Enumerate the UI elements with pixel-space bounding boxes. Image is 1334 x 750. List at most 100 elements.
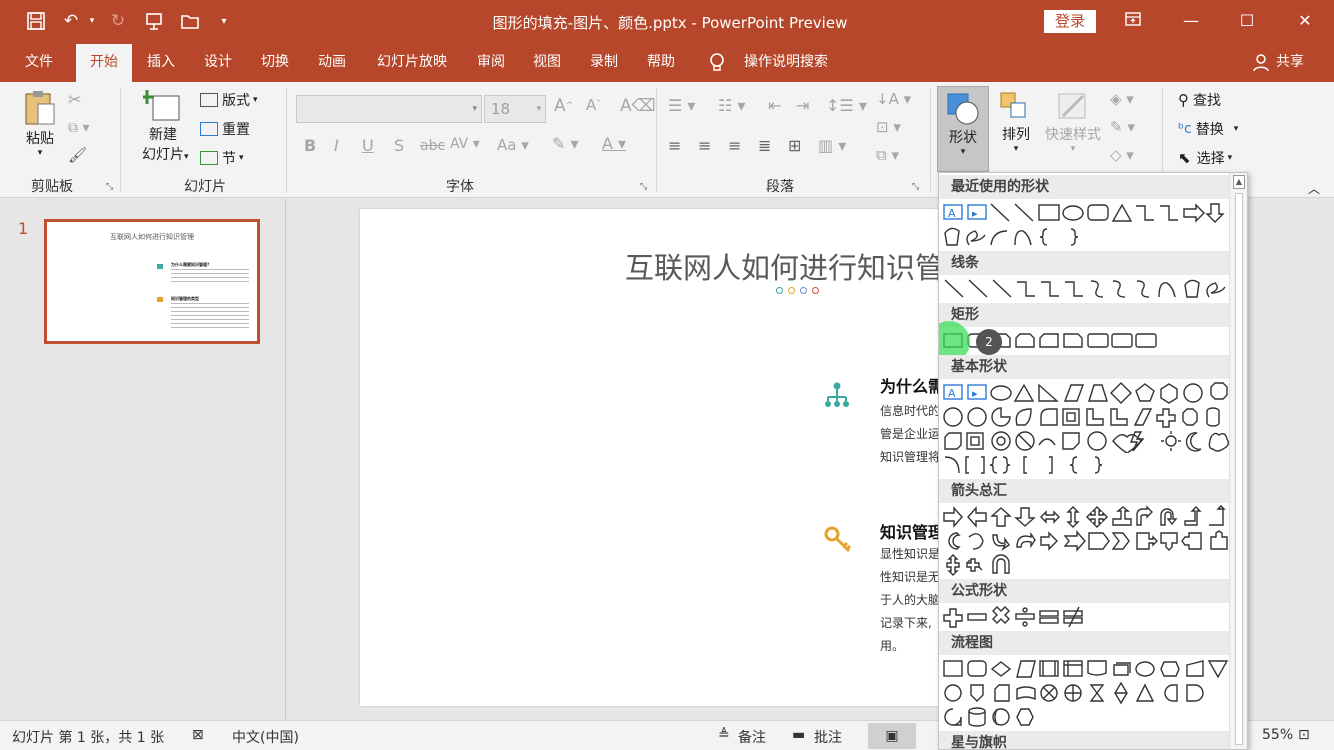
italic-button[interactable]: I [334, 136, 339, 155]
tab-view[interactable]: 视图 [522, 44, 572, 82]
scrollbar-thumb[interactable] [1235, 193, 1243, 745]
notes-button[interactable]: 备注 [738, 727, 766, 747]
decrease-font-icon[interactable]: Aˇ [586, 96, 601, 114]
decrease-indent-icon[interactable]: ⇤ [768, 96, 781, 115]
minimize-icon[interactable]: — [1176, 8, 1206, 34]
notes-icon[interactable]: ≜ [718, 727, 730, 743]
login-button[interactable]: 登录 [1044, 10, 1096, 33]
clear-format-icon[interactable]: A⌫ [620, 96, 656, 116]
flowchart-row-3[interactable] [941, 705, 1231, 729]
reset-button[interactable]: 重置 [200, 119, 250, 139]
shape-fill-icon[interactable]: ◈ ▾ [1110, 90, 1134, 108]
text-shadow-button[interactable]: S [394, 136, 404, 155]
tab-transitions[interactable]: 切换 [250, 44, 300, 82]
slide-title[interactable]: 互联网人如何进行知识管 [625, 245, 944, 287]
font-size-select[interactable]: 18 ▾ [484, 95, 546, 123]
tell-me-search[interactable]: 操作说明搜索 [736, 44, 836, 82]
underline-button[interactable]: U [362, 136, 374, 155]
accessibility-icon[interactable]: ⊠ [192, 727, 204, 743]
replace-button[interactable]: ᵇc 替换 ▾ [1178, 119, 1238, 139]
section2-body[interactable]: 显性知识是 性知识是无 于人的大脑 记录下来, 用。 [880, 543, 940, 658]
select-button[interactable]: ⬉ 选择 ▾ [1178, 148, 1232, 168]
strikethrough-button[interactable]: abc [420, 138, 445, 154]
tab-insert[interactable]: 插入 [136, 44, 186, 82]
tab-file[interactable]: 文件 [14, 44, 64, 82]
shapes-gallery[interactable]: 最近使用的形状 A ▸ 线条 矩形 2 基本形状 A ▸ 箭头总汇 公式形状 流… [938, 172, 1248, 750]
flowchart-row-2[interactable] [941, 681, 1231, 705]
copy-icon[interactable]: ⧉ ▾ [68, 120, 89, 136]
layout-button[interactable]: 版式 ▾ [200, 90, 258, 110]
flowchart-row-1[interactable] [941, 657, 1231, 681]
gallery-scrollbar[interactable]: ▲ [1229, 173, 1247, 749]
character-spacing-icon[interactable]: AV ▾ [450, 136, 480, 152]
arrows-row-3[interactable] [941, 553, 1231, 577]
align-center-icon[interactable]: ≡ [698, 136, 711, 155]
redo-icon[interactable]: ↻ [104, 8, 132, 34]
columns-icon[interactable]: ▥ ▾ [818, 136, 846, 155]
smartart-icon[interactable]: ⧉ ▾ [876, 146, 899, 164]
open-icon[interactable] [176, 8, 204, 34]
tab-design[interactable]: 设计 [193, 44, 243, 82]
tab-home[interactable]: 开始 [76, 44, 132, 82]
shape-outline-icon[interactable]: ✎ ▾ [1110, 118, 1135, 136]
paste-button[interactable]: 粘贴 ▾ [18, 88, 62, 168]
justify-icon[interactable]: ≣ [758, 136, 771, 155]
align-right-icon[interactable]: ≡ [728, 136, 741, 155]
ribbon-display-icon[interactable] [1118, 8, 1148, 34]
collapse-ribbon-icon[interactable]: ︿ [1308, 180, 1320, 197]
distributed-icon[interactable]: ⊞ [788, 136, 801, 155]
shapes-button[interactable]: 形状 ▾ [937, 86, 989, 172]
undo-icon[interactable]: ↶ [58, 8, 84, 34]
undo-dropdown-icon[interactable]: ▾ [86, 8, 98, 34]
customize-icon[interactable]: ▾ [214, 8, 234, 34]
increase-indent-icon[interactable]: ⇥ [796, 96, 809, 115]
chevron-down-icon[interactable]: ▾ [184, 152, 189, 162]
quick-styles-button[interactable]: 快速样式 ▾ [1040, 90, 1106, 174]
font-color-icon[interactable]: A ▾ [602, 134, 626, 153]
normal-view-icon[interactable]: ▣ [868, 723, 916, 749]
change-case-icon[interactable]: Aa ▾ [497, 136, 529, 154]
format-painter-icon[interactable]: 🖌 [68, 146, 87, 164]
shape-effects-icon[interactable]: ◇ ▾ [1110, 146, 1134, 164]
tab-record[interactable]: 录制 [579, 44, 629, 82]
section-button[interactable]: 节 ▾ [200, 148, 244, 168]
bold-button[interactable]: B [304, 136, 316, 155]
find-button[interactable]: ⚲ 查找 [1178, 90, 1221, 110]
close-icon[interactable]: ✕ [1290, 8, 1320, 34]
paragraph-dialog-launcher-icon[interactable]: ⤡ [912, 182, 919, 192]
section1-body[interactable]: 信息时代的 管是企业运 知识管理将 [880, 400, 940, 469]
recent-shapes-row-2[interactable] [941, 225, 1231, 249]
save-icon[interactable] [22, 8, 50, 34]
tab-review[interactable]: 审阅 [466, 44, 516, 82]
bullets-icon[interactable]: ☰ ▾ [668, 96, 695, 115]
zoom-level[interactable]: 55% [1262, 727, 1293, 743]
present-icon[interactable] [140, 8, 168, 34]
arrange-button[interactable]: 排列 ▾ [994, 90, 1038, 174]
font-dialog-launcher-icon[interactable]: ⤡ [640, 182, 647, 192]
text-direction-icon[interactable]: ↓A ▾ [876, 90, 911, 108]
basic-shapes-row-2[interactable] [941, 405, 1231, 429]
align-left-icon[interactable]: ≡ [668, 136, 681, 155]
basic-shapes-row-4[interactable] [941, 453, 1231, 477]
lines-row[interactable] [941, 277, 1231, 301]
section2-heading[interactable]: 知识管理 [880, 519, 944, 543]
slide-canvas[interactable]: 互联网人如何进行知识管 为什么需 信息时代的 管是企业运 知识管理将 知识管理 … [360, 209, 960, 706]
scroll-up-icon[interactable]: ▲ [1233, 175, 1245, 189]
tab-slideshow[interactable]: 幻灯片放映 [364, 44, 460, 82]
tab-animations[interactable]: 动画 [307, 44, 357, 82]
recent-shapes-row[interactable]: A ▸ [941, 201, 1231, 225]
fit-to-window-icon[interactable]: ⊡ [1298, 727, 1310, 743]
line-spacing-icon[interactable]: ↕☰ ▾ [826, 96, 867, 115]
basic-shapes-row-1[interactable]: A ▸ [941, 381, 1231, 405]
language-indicator[interactable]: 中文(中国) [232, 727, 299, 747]
slide-thumbnail[interactable]: 互联网人如何进行知识管理 为什么需要知识管理? 知识管理的类型 [44, 219, 260, 344]
cut-icon[interactable]: ✂ [68, 90, 81, 109]
share-button[interactable]: 共享 [1272, 44, 1308, 82]
numbering-icon[interactable]: ☷ ▾ [718, 96, 745, 115]
comments-button[interactable]: 批注 [814, 727, 842, 747]
equation-shapes-row[interactable] [941, 605, 1231, 629]
section1-heading[interactable]: 为什么需 [880, 373, 944, 397]
font-name-select[interactable]: ▾ [296, 95, 482, 123]
dialog-launcher-icon[interactable]: ⤡ [106, 182, 113, 192]
tab-help[interactable]: 帮助 [636, 44, 686, 82]
